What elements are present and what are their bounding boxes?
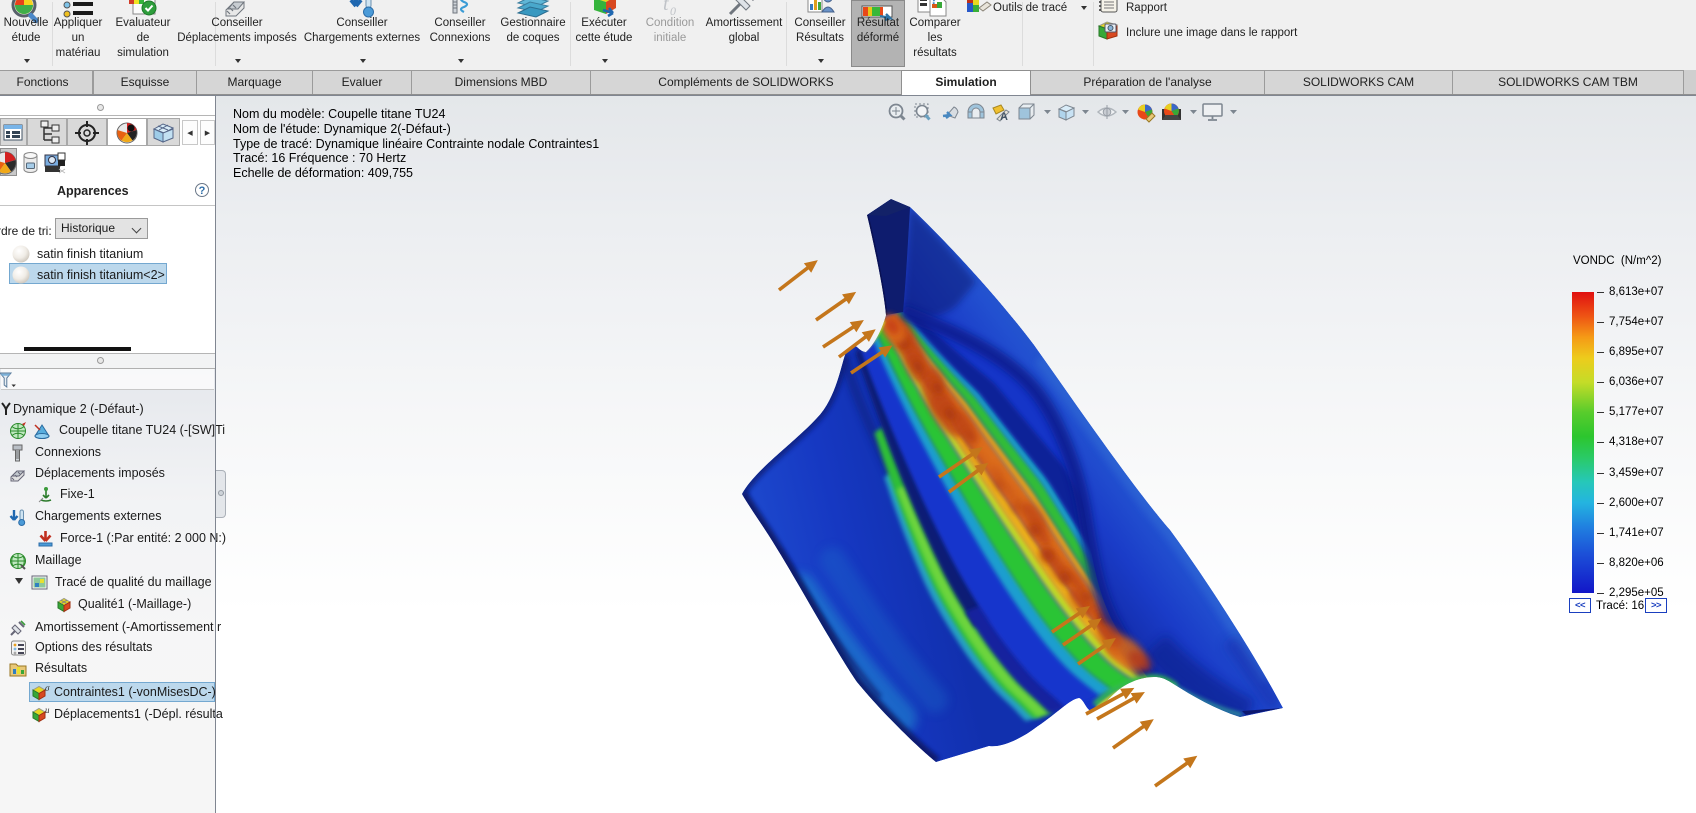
svg-text:σ: σ — [45, 684, 50, 693]
svg-text:u: u — [45, 706, 50, 715]
